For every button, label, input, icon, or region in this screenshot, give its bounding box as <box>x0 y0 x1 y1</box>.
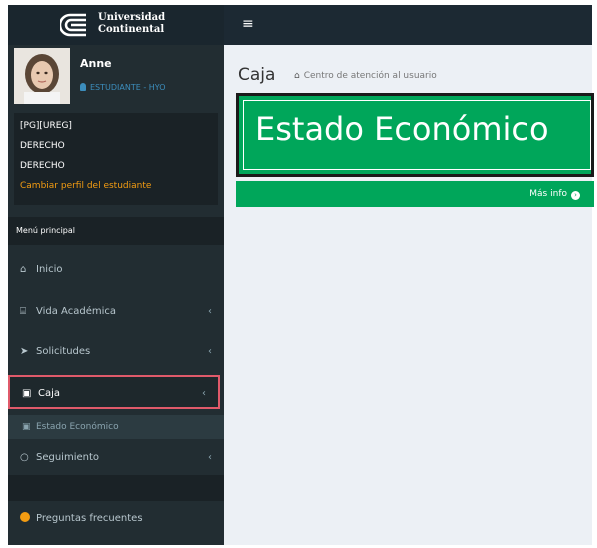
sidebar-item-label: Seguimiento <box>36 452 100 463</box>
sidebar-item-solicitudes[interactable]: ➤ Solicitudes ‹ <box>8 335 224 369</box>
sidebar-item-seguimiento[interactable]: ○ Seguimiento ‹ <box>8 441 224 475</box>
change-profile-link[interactable]: Cambiar perfil del estudiante <box>20 181 151 191</box>
profile-career: DERECHO <box>20 141 65 151</box>
money-icon: ▣ <box>22 388 32 399</box>
money-icon: ▣ <box>22 422 31 432</box>
sidebar-item-preguntas-frecuentes[interactable]: Preguntas frecuentes <box>8 501 224 537</box>
user-panel: Anne ESTUDIANTE - HYO <box>8 45 224 107</box>
university-logo-icon <box>60 13 86 37</box>
sidebar-item-label: Caja <box>38 388 61 399</box>
small-box: Estado Económico <box>236 93 594 177</box>
sidebar-toggle-button[interactable]: ≡ <box>242 16 254 32</box>
sidebar: Anne ESTUDIANTE - HYO [PG][UREG] DERECHO… <box>8 45 224 545</box>
more-info-link[interactable]: Más info › <box>236 181 594 207</box>
top-navbar: Universidad Continental ≡ <box>8 5 592 45</box>
page-title: Caja <box>238 65 276 85</box>
paper-plane-icon: ➤ <box>20 346 29 357</box>
student-profile-box: [PG][UREG] DERECHO DERECHO Cambiar perfi… <box>14 113 218 205</box>
sidebar-item-vida-academica[interactable]: ⌸ Vida Académica ‹ <box>8 295 224 329</box>
user-role: ESTUDIANTE - HYO <box>80 83 166 92</box>
bank-icon: ⌸ <box>20 306 26 317</box>
sidebar-item-label: Preguntas frecuentes <box>36 513 143 524</box>
logo-line-2: Continental <box>98 24 165 35</box>
chevron-left-icon: ‹ <box>208 306 212 317</box>
sidebar-item-inicio[interactable]: ⌂ Inicio <box>8 253 224 287</box>
avatar-photo <box>14 48 70 104</box>
user-name: Anne <box>80 57 112 70</box>
home-icon: ⌂ <box>20 264 27 275</box>
sidebar-item-label: Vida Académica <box>36 306 116 317</box>
sidebar-item-label: Solicitudes <box>36 346 91 357</box>
question-circle-icon <box>20 512 30 522</box>
sidebar-item-caja[interactable]: ▣ Caja ‹ <box>8 375 220 409</box>
more-info-label: Más info <box>529 189 567 199</box>
main-content: Caja ⌂ Centro de atención al usuario Esta… <box>224 45 594 545</box>
profile-faculty: DERECHO <box>20 161 65 171</box>
chevron-left-icon: ‹ <box>208 346 212 357</box>
chevron-left-icon: ‹ <box>202 388 206 399</box>
submenu-item-estado-economico[interactable]: ▣ Estado Económico <box>8 415 224 439</box>
circle-notch-icon: ○ <box>20 452 29 463</box>
person-icon <box>80 83 86 91</box>
home-icon[interactable]: ⌂ <box>294 71 300 81</box>
logo-line-1: Universidad <box>98 12 166 23</box>
avatar <box>14 48 70 104</box>
sidebar-item-label: Inicio <box>36 264 63 275</box>
profile-program: [PG][UREG] <box>20 121 72 131</box>
submenu-item-label: Estado Económico <box>36 422 119 432</box>
small-box-title: Estado Económico <box>255 110 549 148</box>
user-role-text: ESTUDIANTE - HYO <box>90 83 166 92</box>
chevron-left-icon: ‹ <box>208 452 212 463</box>
breadcrumb: ⌂ Centro de atención al usuario <box>294 71 437 81</box>
main-menu-header: Menú principal <box>8 217 224 245</box>
logo-text: Universidad Continental <box>98 12 165 36</box>
logo[interactable]: Universidad Continental <box>8 5 224 45</box>
estado-economico-box: Estado Económico Más info › <box>236 93 594 223</box>
sidebar-divider <box>8 475 224 501</box>
arrow-circle-right-icon: › <box>571 191 580 200</box>
breadcrumb-item[interactable]: Centro de atención al usuario <box>304 71 437 81</box>
